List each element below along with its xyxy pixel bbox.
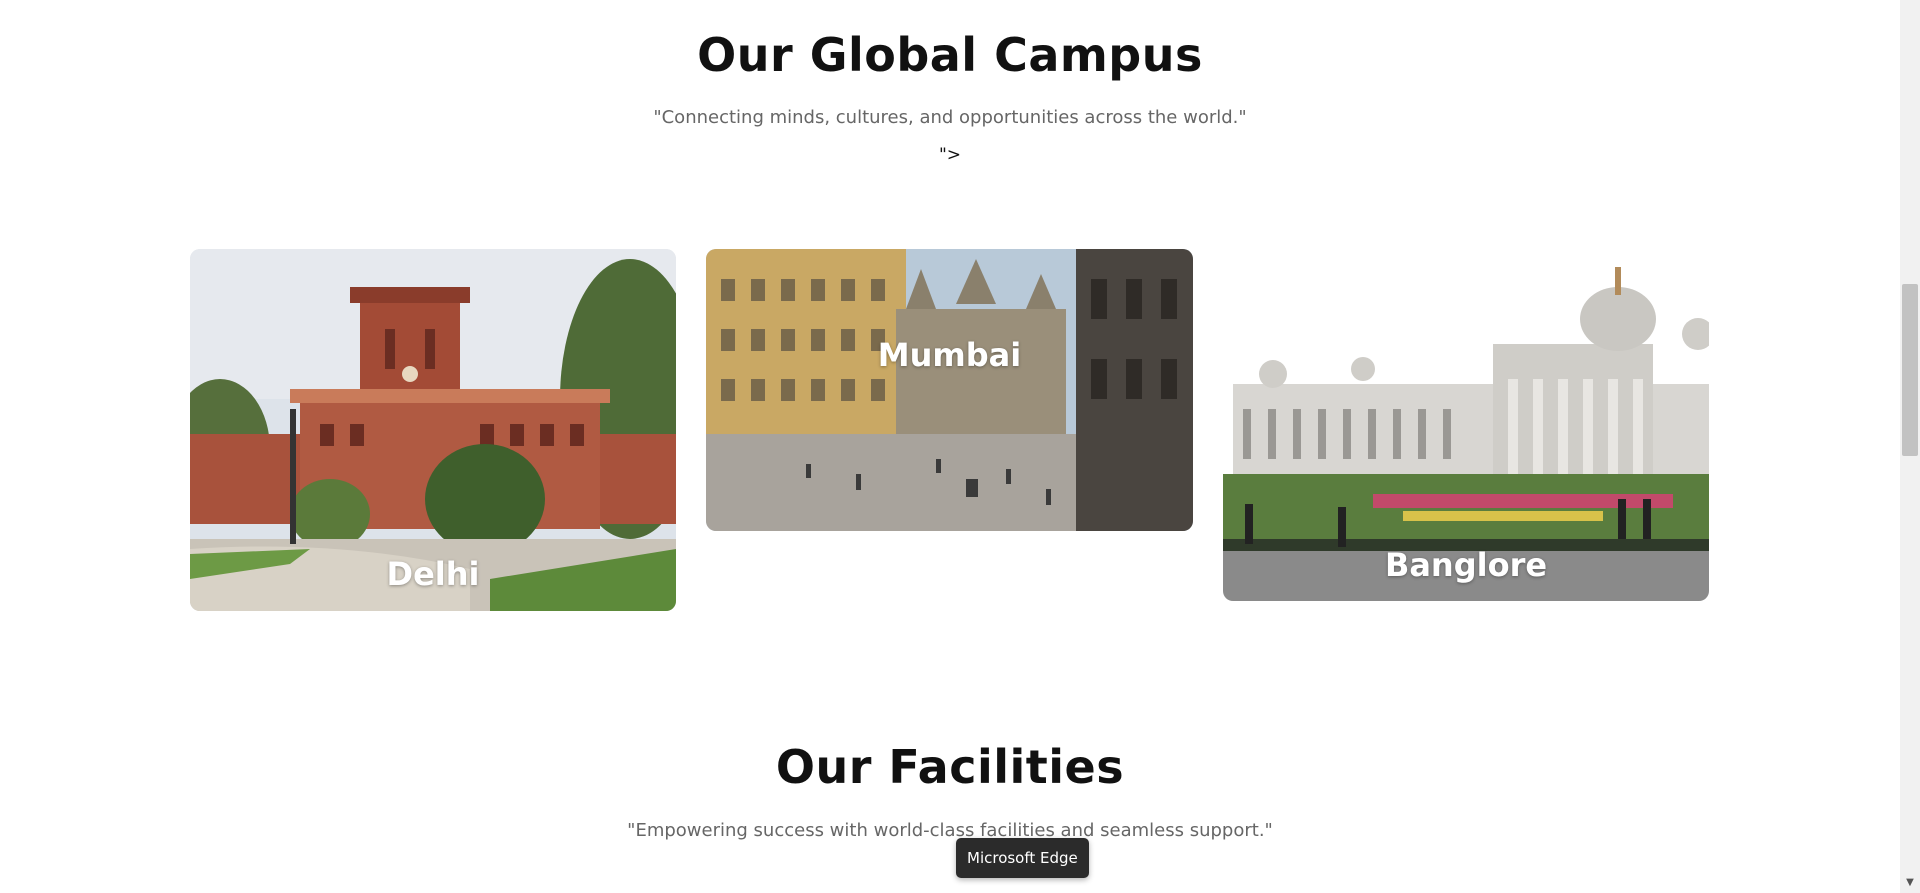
campus-card-banglore-label: Banglore bbox=[1384, 546, 1548, 584]
tooltip: Microsoft Edge bbox=[956, 838, 1089, 878]
campus-card-delhi[interactable]: Delhi bbox=[190, 249, 676, 611]
campus-card-mumbai[interactable]: Mumbai bbox=[706, 249, 1193, 531]
chevron-down-icon[interactable]: ▼ bbox=[1904, 877, 1916, 889]
page-content: Our Global Campus "Connecting minds, cul… bbox=[0, 0, 1900, 893]
campus-section-title: Our Global Campus bbox=[697, 28, 1203, 82]
stray-text: "> bbox=[938, 145, 962, 165]
facilities-section-title: Our Facilities bbox=[775, 740, 1125, 794]
campus-section-subtitle: "Connecting minds, cultures, and opportu… bbox=[653, 107, 1247, 128]
campus-card-banglore[interactable]: Banglore bbox=[1223, 249, 1709, 601]
campus-card-delhi-label: Delhi bbox=[386, 555, 480, 593]
facilities-section-subtitle: "Empowering success with world-class fac… bbox=[627, 820, 1273, 841]
scrollbar-thumb[interactable] bbox=[1902, 284, 1918, 456]
campus-card-mumbai-label: Mumbai bbox=[877, 336, 1022, 374]
mumbai-campus-image bbox=[706, 249, 1193, 531]
